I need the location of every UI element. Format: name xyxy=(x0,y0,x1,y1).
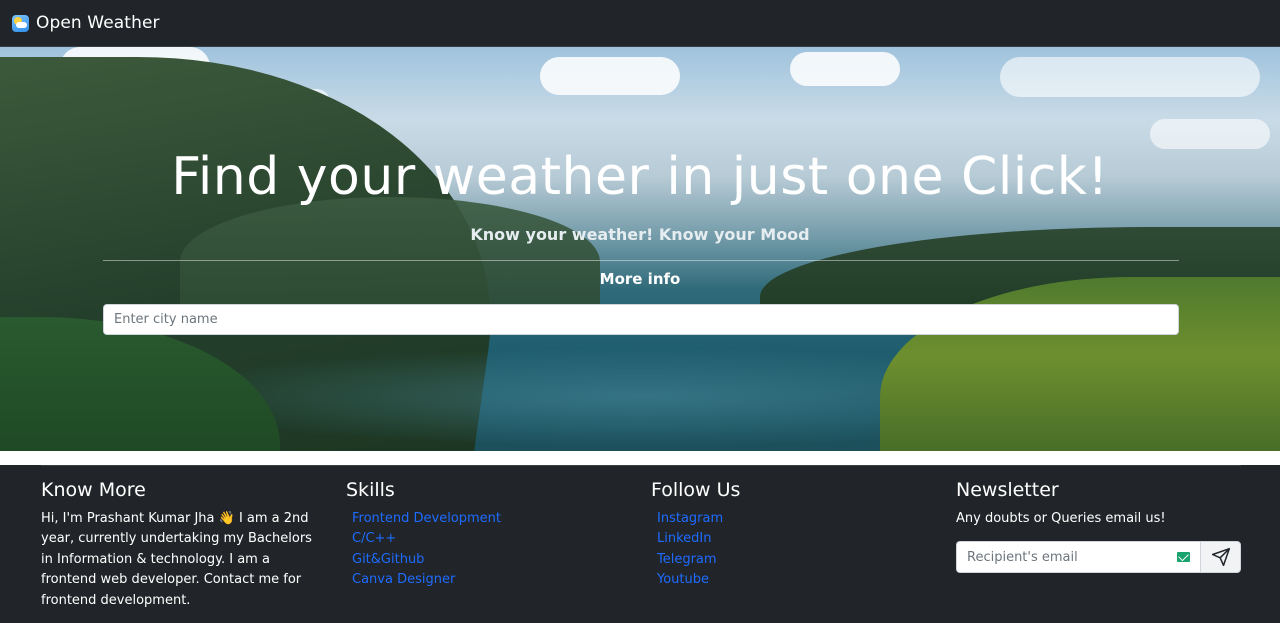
list-item: Git&Github xyxy=(352,550,631,570)
list-item: Youtube xyxy=(657,570,936,590)
social-link-telegram[interactable]: Telegram xyxy=(657,552,717,567)
skills-list: Frontend Development C/C++ Git&Github Ca… xyxy=(346,509,631,591)
follow-heading: Follow Us xyxy=(651,479,741,501)
footer: Know More Hi, I'm Prashant Kumar Jha 👋 I… xyxy=(0,465,1280,623)
skill-link-cpp[interactable]: C/C++ xyxy=(352,531,396,546)
mail-icon xyxy=(1177,552,1190,563)
know-more-heading: Know More xyxy=(41,479,146,501)
follow-section: Follow Us Instagram LinkedIn Telegram Yo… xyxy=(651,479,936,591)
send-button[interactable] xyxy=(1200,541,1241,574)
skills-heading: Skills xyxy=(346,479,395,501)
navbar: Open Weather xyxy=(0,0,1280,47)
newsletter-email-input[interactable] xyxy=(956,541,1200,574)
about-text: Hi, I'm Prashant Kumar Jha 👋 I am a 2nd … xyxy=(41,511,312,608)
weather-cloud-sun-icon xyxy=(12,14,29,32)
skills-section: Skills Frontend Development C/C++ Git&Gi… xyxy=(346,479,631,591)
skill-link-git[interactable]: Git&Github xyxy=(352,552,424,567)
brand-link[interactable]: Open Weather xyxy=(12,13,160,33)
list-item: Instagram xyxy=(657,509,936,529)
paper-plane-icon xyxy=(1211,548,1230,567)
hero-subtitle: Know your weather! Know your Mood xyxy=(470,225,810,244)
social-link-instagram[interactable]: Instagram xyxy=(657,511,723,526)
list-item: C/C++ xyxy=(352,529,631,549)
newsletter-text: Any doubts or Queries email us! xyxy=(956,511,1166,526)
list-item: Telegram xyxy=(657,550,936,570)
list-item: LinkedIn xyxy=(657,529,936,549)
divider xyxy=(103,260,1179,261)
list-item: Canva Designer xyxy=(352,570,631,590)
hero-section: Find your weather in just one Click! Kno… xyxy=(0,47,1280,451)
know-more-section: Know More Hi, I'm Prashant Kumar Jha 👋 I… xyxy=(41,479,326,611)
hero-title: Find your weather in just one Click! xyxy=(171,147,1109,207)
newsletter-form xyxy=(956,541,1241,574)
more-info-link[interactable]: More info xyxy=(0,270,1280,288)
newsletter-heading: Newsletter xyxy=(956,479,1059,501)
list-item: Frontend Development xyxy=(352,509,631,529)
section-divider xyxy=(0,451,1280,465)
social-link-youtube[interactable]: Youtube xyxy=(657,572,709,587)
city-search-input[interactable] xyxy=(103,304,1179,335)
brand-name: Open Weather xyxy=(36,13,160,33)
skill-link-canva[interactable]: Canva Designer xyxy=(352,572,455,587)
newsletter-section: Newsletter Any doubts or Queries email u… xyxy=(956,479,1241,574)
skill-link-frontend[interactable]: Frontend Development xyxy=(352,511,501,526)
footer-divider xyxy=(41,465,1241,466)
social-list: Instagram LinkedIn Telegram Youtube xyxy=(651,509,936,591)
social-link-linkedin[interactable]: LinkedIn xyxy=(657,531,711,546)
hero-content: Find your weather in just one Click! Kno… xyxy=(0,47,1280,451)
